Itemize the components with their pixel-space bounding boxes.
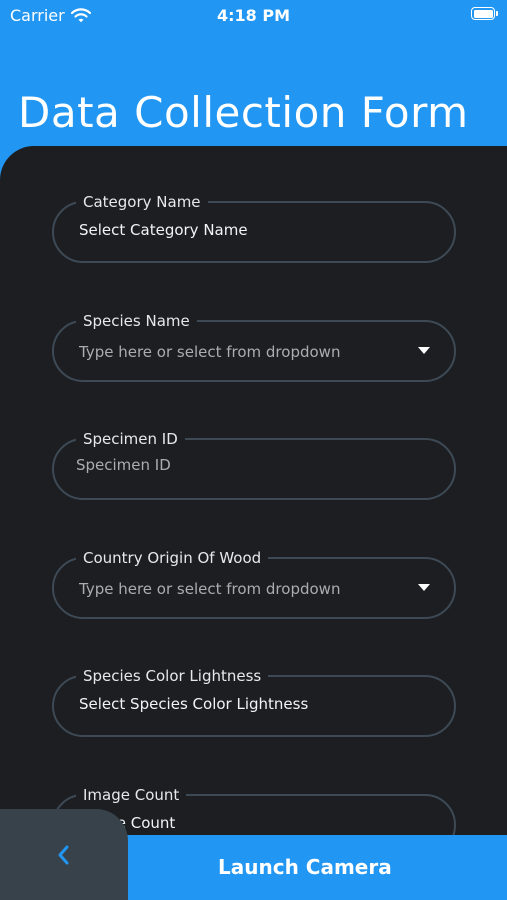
battery-icon [471, 7, 498, 20]
species-name-field[interactable]: Species Name Type here or select from dr… [52, 311, 456, 382]
species-color-lightness-field[interactable]: Species Color Lightness Select Species C… [52, 666, 456, 737]
country-origin-placeholder: Type here or select from dropdown [79, 580, 341, 598]
category-name-field[interactable]: Category Name Select Category Name [52, 192, 456, 263]
dropdown-arrow-icon[interactable] [418, 347, 430, 354]
species-color-lightness-label: Species Color Lightness [76, 666, 269, 686]
status-bar: Carrier 4:18 PM [0, 0, 507, 30]
specimen-id-field[interactable]: Specimen ID Specimen ID [52, 429, 456, 500]
species-name-placeholder: Type here or select from dropdown [79, 343, 341, 361]
species-color-lightness-value: Select Species Color Lightness [79, 695, 309, 713]
launch-camera-label: Launch Camera [218, 855, 392, 879]
country-origin-label: Country Origin Of Wood [76, 548, 269, 568]
chevron-left-icon [58, 845, 69, 865]
bottom-bar: Launch Camera [0, 809, 507, 900]
specimen-id-label: Specimen ID [76, 429, 185, 449]
category-name-value: Select Category Name [79, 221, 248, 239]
image-count-label: Image Count [76, 785, 187, 805]
category-name-label: Category Name [76, 192, 208, 212]
page-title: Data Collection Form [18, 88, 469, 137]
status-time: 4:18 PM [216, 6, 290, 25]
form-panel: Category Name Select Category Name Speci… [0, 146, 507, 900]
launch-camera-button[interactable]: Launch Camera [110, 835, 507, 900]
country-origin-field[interactable]: Country Origin Of Wood Type here or sele… [52, 548, 456, 619]
dropdown-arrow-icon[interactable] [418, 584, 430, 591]
specimen-id-placeholder: Specimen ID [76, 456, 171, 474]
species-name-label: Species Name [76, 311, 197, 331]
back-button[interactable] [0, 809, 128, 900]
